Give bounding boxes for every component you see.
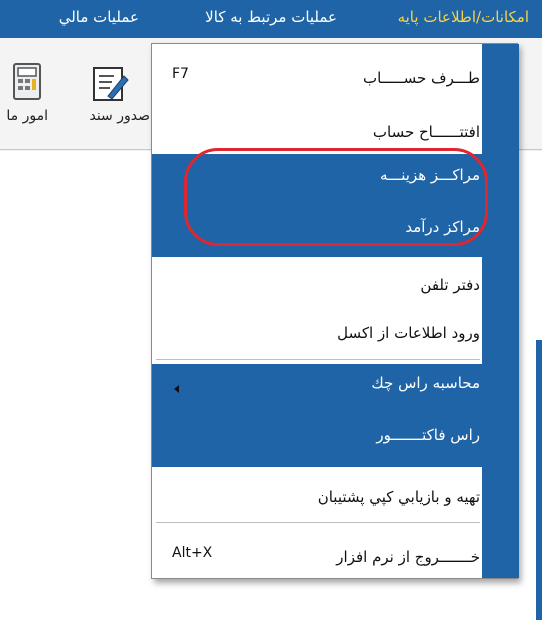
menu-item-phonebook[interactable]: دفتر تلفن bbox=[420, 276, 480, 294]
edit-document-icon[interactable] bbox=[90, 64, 130, 104]
menu-item-import-excel[interactable]: ورود اطلاعات از اکسل bbox=[337, 324, 480, 342]
menu-item-account-party[interactable]: طـــرف حســـــاب bbox=[363, 69, 480, 87]
menu-item-open-account[interactable]: افتتــــــاح حساب bbox=[373, 123, 480, 141]
shortcut-f7: F7 bbox=[172, 66, 189, 82]
menu-basic-info[interactable]: امکانات/اطلاعات پایه bbox=[398, 8, 529, 26]
menu-separator bbox=[156, 359, 480, 360]
submenu-arrow-icon bbox=[174, 385, 179, 393]
menu-separator bbox=[156, 522, 480, 523]
menu-item-exit[interactable]: خـــــــروج از نرم افزار bbox=[336, 548, 480, 566]
menu-goods-operations[interactable]: عملیات مرتبط به کالا bbox=[205, 8, 337, 26]
basic-info-dropdown: طـــرف حســـــاب F7 افتتــــــاح حساب مر… bbox=[151, 43, 519, 579]
right-edge-strip bbox=[536, 340, 542, 620]
dropdown-side-bar bbox=[482, 44, 519, 578]
calculator-icon bbox=[13, 63, 41, 100]
red-highlight-ring bbox=[184, 148, 488, 246]
menu-item-backup-restore[interactable]: تهيه و بازيابي کپي پشتيبان bbox=[318, 488, 480, 506]
menu-financial-operations[interactable]: عملیات مالي bbox=[59, 8, 139, 26]
tool-finance-label[interactable]: امور ما bbox=[6, 108, 48, 124]
tool-issue-document-label[interactable]: صدور سند bbox=[89, 108, 150, 124]
menu-bar: امکانات/اطلاعات پایه عملیات مرتبط به کال… bbox=[0, 0, 542, 38]
shortcut-alt-x: Alt+X bbox=[172, 545, 213, 561]
menu-item-check-due-calc[interactable]: محاسبه راس چك bbox=[371, 374, 480, 392]
menu-item-invoice-due[interactable]: راس فاکتـــــــور bbox=[376, 426, 480, 444]
